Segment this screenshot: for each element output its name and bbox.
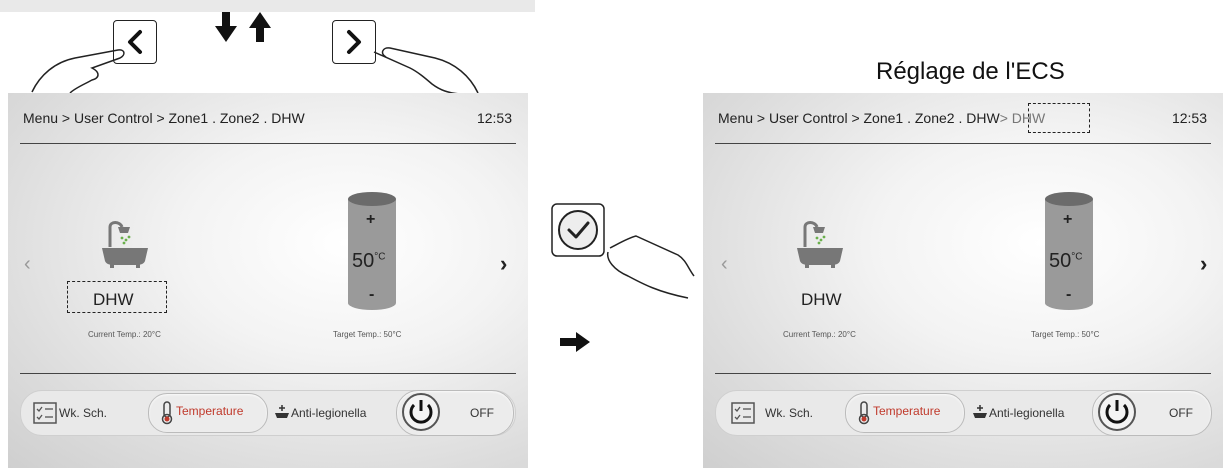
- bathtub-shower-icon: [102, 221, 148, 268]
- next-arrow[interactable]: ›: [500, 251, 507, 277]
- prev-arrow[interactable]: ‹: [24, 253, 31, 276]
- clock: 12:53: [1171, 110, 1207, 126]
- hand-pointing-left-icon: [31, 49, 125, 94]
- next-step-arrow-icon: [560, 332, 590, 352]
- tank-value: 50: [352, 250, 375, 272]
- increase-button[interactable]: +: [366, 211, 375, 229]
- tank-temp-value: 50°C: [1049, 250, 1082, 273]
- anti-legionella-icon: [973, 405, 987, 418]
- tab-wk-sch[interactable]: Wk. Sch.: [765, 406, 813, 420]
- left-screen: Menu > User Control > Zone1 . Zone2 . DH…: [8, 93, 528, 468]
- breadcrumb: Menu > User Control > Zone1 . Zone2 . DH…: [23, 110, 305, 126]
- tab-wk-sch[interactable]: Wk. Sch.: [59, 406, 107, 420]
- current-temp: Current Temp.: 20°C: [88, 330, 161, 339]
- target-temp: Target Temp.: 50°C: [1031, 330, 1100, 339]
- dhw-label: DHW: [801, 290, 842, 309]
- divider-bottom: [20, 373, 516, 374]
- breadcrumb-selection-box: [1028, 103, 1090, 133]
- hand-pointing-right-icon: [373, 47, 479, 95]
- decrease-button[interactable]: -: [369, 286, 374, 304]
- breadcrumb-path: Menu > User Control > Zone1 . Zone2 . DH…: [718, 110, 1000, 126]
- tank-value: 50: [1049, 250, 1072, 272]
- increase-button[interactable]: +: [1063, 211, 1072, 229]
- current-temp: Current Temp.: 20°C: [783, 330, 856, 339]
- confirm-key-with-hand: [551, 203, 695, 299]
- power-state: OFF: [1169, 406, 1193, 420]
- divider-bottom: [715, 373, 1211, 374]
- caption-title: Réglage de l'ECS: [876, 58, 1065, 85]
- next-arrow[interactable]: ›: [1200, 251, 1207, 277]
- tab-anti-legionella[interactable]: Anti-legionella: [291, 406, 366, 420]
- checklist-icon: [731, 402, 755, 424]
- divider-top: [715, 143, 1211, 144]
- breadcrumb: Menu > User Control > Zone1 . Zone2 . DH…: [718, 110, 1045, 126]
- thermometer-icon: [858, 401, 870, 425]
- decrease-button[interactable]: -: [1066, 286, 1071, 304]
- tank-unit: °C: [374, 251, 386, 263]
- chevron-right-icon: [347, 30, 361, 54]
- checklist-icon: [33, 402, 57, 424]
- bathtub-shower-icon: [797, 221, 843, 268]
- thermometer-icon: [161, 401, 173, 425]
- power-icon[interactable]: [400, 392, 442, 432]
- anti-legionella-icon: [275, 405, 289, 418]
- tab-temperature-label: Temperature: [176, 404, 244, 418]
- power-state: OFF: [470, 406, 494, 420]
- clock: 12:53: [476, 110, 512, 126]
- tab-temperature-label: Temperature: [873, 404, 941, 418]
- power-icon[interactable]: [1096, 392, 1138, 432]
- down-up-arrows-icon: [215, 12, 271, 42]
- divider-top: [20, 143, 516, 144]
- dhw-selection-box: [67, 281, 167, 313]
- prev-arrow[interactable]: ‹: [721, 253, 728, 276]
- tank-unit: °C: [1071, 251, 1083, 263]
- right-screen: Menu > User Control > Zone1 . Zone2 . DH…: [703, 93, 1223, 468]
- tank-temp-value: 50°C: [352, 250, 385, 273]
- target-temp: Target Temp.: 50°C: [333, 330, 402, 339]
- tab-anti-legionella[interactable]: Anti-legionella: [989, 406, 1064, 420]
